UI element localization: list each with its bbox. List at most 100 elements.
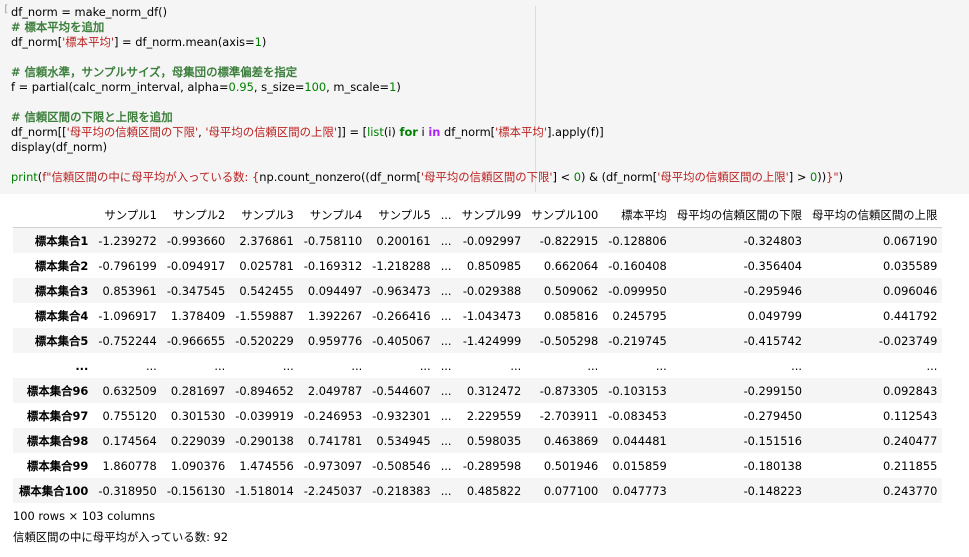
table-cell: 0.281697	[170, 383, 226, 398]
column-header: サンプル99	[456, 202, 527, 228]
table-cell: ...	[655, 358, 667, 373]
column-header: 標本平均	[603, 202, 672, 228]
row-index: 標本集合1	[34, 233, 89, 248]
table-cell: 0.067190	[882, 233, 938, 248]
table-cell: ...	[440, 408, 452, 423]
table-cell: 0.096046	[882, 283, 938, 298]
table-cell: -0.289598	[462, 458, 522, 473]
code-line-1: df_norm = make_norm_df()	[11, 5, 168, 19]
table-cell: -2.703911	[539, 408, 599, 423]
table-row: 標本集合3 0.853961 -0.347545 0.542455 0.094497 -0…	[13, 278, 943, 303]
table-cell: 0.632509	[102, 383, 157, 398]
ruler-line	[535, 6, 536, 192]
table-cell: ...	[926, 358, 938, 373]
dataframe-shape: 100 rows × 103 columns	[13, 509, 156, 523]
table-cell: -0.290138	[235, 433, 294, 448]
table-cell: -0.128806	[608, 233, 667, 248]
table-cell: 1.474556	[239, 458, 294, 473]
table-row: 標本集合1 -1.239272 -0.993660 2.376861 -0.758110…	[13, 227, 943, 253]
column-header: サンプル2	[161, 202, 231, 228]
table-cell: -1.218288	[372, 258, 431, 273]
print-output: 信頼区間の中に母平均が入っている数: 92	[13, 530, 229, 544]
table-cell: -0.103153	[608, 383, 667, 398]
table-cell: 0.441792	[882, 308, 938, 323]
dataframe-table: サンプル1 サンプル2 サンプル3 サンプル4 サンプル5... サンプル99 サンプル10…	[13, 202, 943, 503]
table-cell: ...	[440, 483, 452, 498]
table-cell: -0.029388	[462, 283, 522, 298]
code-line-12: print(f"信頼区間の中に母平均が入っている数: {np.count_non…	[11, 170, 844, 184]
table-cell: ...	[440, 283, 452, 298]
table-cell: 0.092843	[882, 383, 938, 398]
table-cell: ...	[440, 258, 452, 273]
table-cell: 0.463869	[543, 433, 599, 448]
table-cell: -0.246953	[303, 408, 363, 423]
table-cell: ...	[510, 358, 522, 373]
row-index: 標本集合2	[34, 258, 89, 273]
table-row: 標本集合5 -0.752244 -0.966655 -0.520229 0.959776…	[13, 328, 943, 353]
table-cell: -0.405067	[372, 333, 431, 348]
table-cell: 1.378409	[170, 308, 226, 323]
table-cell: -1.559887	[235, 308, 294, 323]
table-cell: -0.822915	[539, 233, 599, 248]
table-cell: -0.963473	[372, 283, 431, 298]
code-cell[interactable]: [ df_norm = make_norm_df() # 標本平均を追加 df_…	[0, 0, 969, 194]
table-cell: -0.932301	[372, 408, 431, 423]
table-cell: -0.023749	[878, 333, 938, 348]
table-cell: -0.099950	[608, 283, 667, 298]
code-line-5: # 信頼水準，サンプルサイズ，母集団の標準偏差を指定	[11, 65, 298, 79]
row-index: ...	[75, 358, 89, 373]
table-cell: ...	[440, 358, 452, 373]
table-cell: -0.039919	[235, 408, 294, 423]
column-header: 母平均の信頼区間の上限	[807, 202, 943, 228]
table-cell: -0.156130	[166, 483, 226, 498]
table-cell: 0.485822	[466, 483, 522, 498]
table-cell: ...	[440, 233, 452, 248]
table-cell: ...	[440, 383, 452, 398]
column-header: サンプル100	[526, 202, 604, 228]
cell-prompt: [	[3, 4, 10, 15]
table-row: 標本集合98 0.174564 0.229039 -0.290138 0.741781 0…	[13, 428, 943, 453]
table-cell: -0.094917	[166, 258, 226, 273]
row-index: 標本集合98	[26, 433, 89, 448]
table-cell: 0.085816	[543, 308, 599, 323]
table-cell: -0.218383	[372, 483, 431, 498]
table-cell: -0.356404	[743, 258, 803, 273]
table-cell: ...	[440, 308, 452, 323]
table-row: 標本集合2 -0.796199 -0.094917 0.025781 -0.169312…	[13, 253, 942, 278]
table-cell: -1.096917	[98, 308, 157, 323]
table-cell: ...	[440, 458, 452, 473]
table-cell: -0.873305	[539, 383, 599, 398]
code-line-6: f = partial(calc_norm_interval, alpha=0.…	[11, 80, 401, 94]
column-header: サンプル5	[367, 202, 436, 228]
row-index: 標本集合97	[26, 408, 89, 423]
table-cell: 0.542455	[239, 283, 294, 298]
table-cell: -0.544607	[372, 383, 431, 398]
table-cell: -0.169312	[303, 258, 363, 273]
table-cell: -0.324803	[743, 233, 803, 248]
index-header	[13, 202, 94, 228]
row-index: 標本集合96	[26, 383, 89, 398]
table-cell: -1.424999	[462, 333, 522, 348]
table-cell: 0.243770	[882, 483, 938, 498]
table-cell: 0.509062	[543, 283, 599, 298]
table-cell: 0.312472	[466, 383, 522, 398]
code-line-9: df_norm[['母平均の信頼区間の下限', '母平均の信頼区間の上限']] …	[11, 125, 604, 139]
table-cell: -0.520229	[235, 333, 294, 348]
table-cell: 0.959776	[307, 333, 363, 348]
table-cell: -0.973097	[303, 458, 363, 473]
column-header: 母平均の信頼区間の下限	[671, 202, 808, 228]
table-cell: 0.094497	[307, 283, 363, 298]
table-cell: 0.200161	[376, 233, 431, 248]
table-row: 標本集合99 1.860778 1.090376 1.474556 -0.973097-…	[13, 453, 942, 478]
table-cell: 0.240477	[882, 433, 938, 448]
table-cell: 2.049787	[307, 383, 363, 398]
table-cell: 1.392267	[307, 308, 363, 323]
table-row: 標本集合96 0.632509 0.281697 -0.894652 2.049787-…	[13, 378, 943, 403]
table-cell: -1.043473	[462, 308, 522, 323]
table-cell: 0.741781	[307, 433, 363, 448]
table-cell: -0.151516	[743, 433, 803, 448]
table-cell: ...	[440, 433, 452, 448]
table-cell: -0.758110	[303, 233, 363, 248]
table-cell: 0.662064	[543, 258, 599, 273]
table-cell: -0.148223	[743, 483, 803, 498]
